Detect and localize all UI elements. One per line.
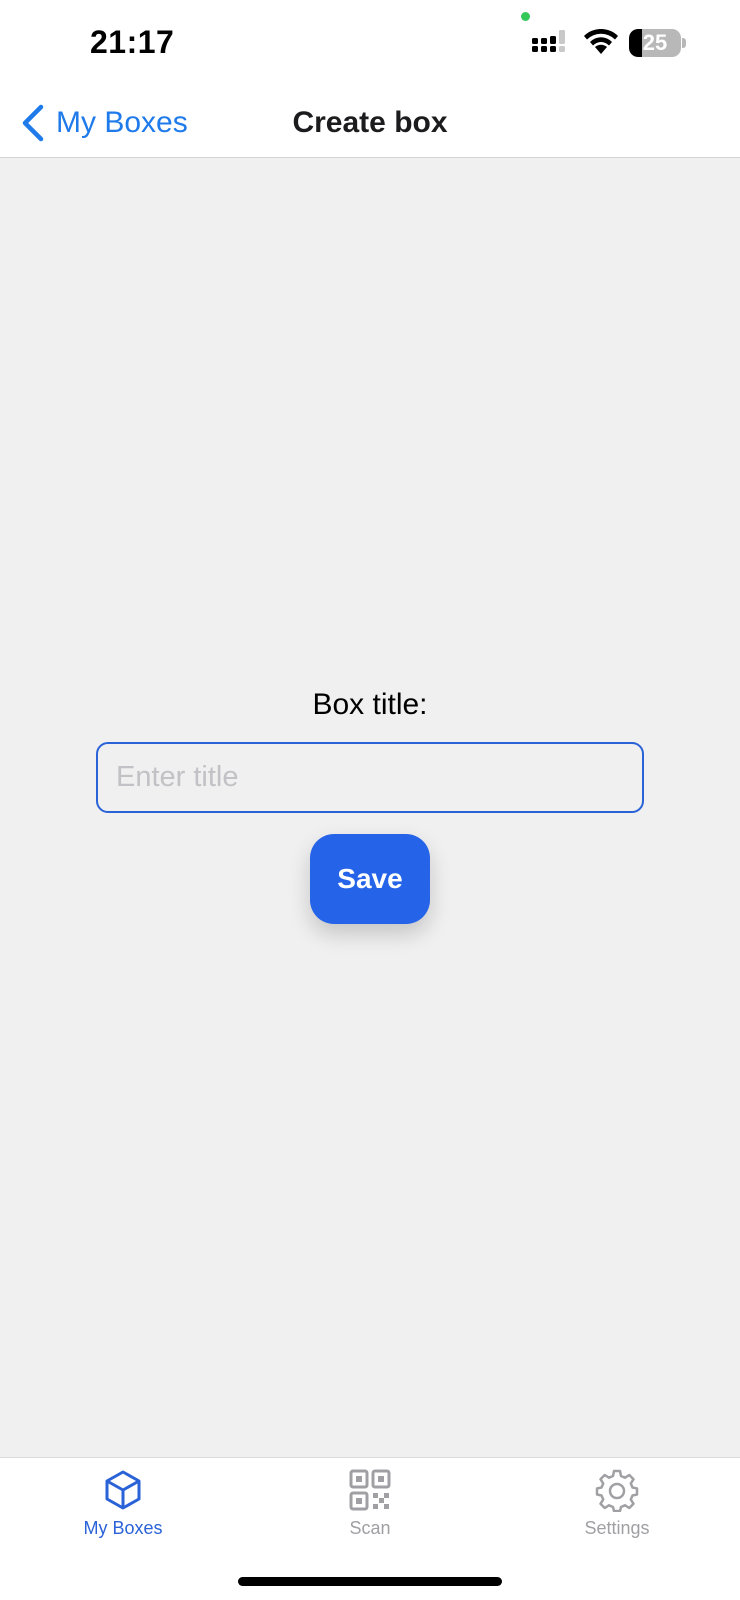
tab-label: My Boxes xyxy=(83,1518,163,1538)
battery-level: 25 xyxy=(642,30,668,55)
back-button[interactable]: My Boxes xyxy=(20,98,188,148)
navigation-bar: My Boxes Create box xyxy=(0,90,740,158)
save-button[interactable]: Save xyxy=(310,834,430,924)
home-indicator xyxy=(238,1577,502,1586)
wifi-icon xyxy=(584,29,618,54)
chevron-left-icon xyxy=(22,104,44,142)
tab-scan[interactable]: Scan xyxy=(270,1468,470,1548)
gear-icon xyxy=(595,1469,639,1512)
status-time: 21:17 xyxy=(90,24,175,60)
box-title-label: Box title: xyxy=(312,688,428,721)
tab-settings[interactable]: Settings xyxy=(517,1468,717,1548)
tab-my-boxes[interactable]: My Boxes xyxy=(23,1468,223,1548)
cube-icon xyxy=(105,1470,141,1510)
signal-icon xyxy=(532,30,565,52)
back-button-label: My Boxes xyxy=(56,106,188,139)
tab-label: Settings xyxy=(584,1518,650,1538)
privacy-indicator-dot xyxy=(521,12,530,21)
battery-icon: 25 xyxy=(629,29,686,57)
status-bar: 21:17 25 xyxy=(0,0,740,90)
box-title-input[interactable] xyxy=(96,742,644,813)
tab-label: Scan xyxy=(349,1518,391,1538)
qr-code-icon xyxy=(349,1469,391,1511)
